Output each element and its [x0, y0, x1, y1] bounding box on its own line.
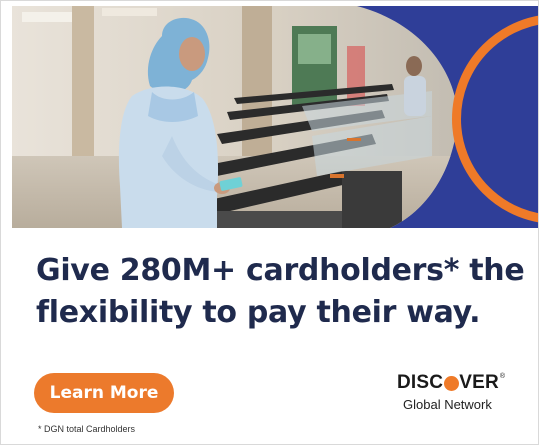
discover-ad-banner[interactable]: Give 280M+ cardholders* the flexibility …: [0, 0, 539, 445]
logo-subtitle: Global Network: [403, 397, 492, 412]
learn-more-button[interactable]: Learn More: [34, 373, 174, 413]
headline: Give 280M+ cardholders* the flexibility …: [36, 250, 526, 334]
logo-trademark: ®: [499, 372, 506, 380]
logo-word-end: VER: [459, 372, 499, 393]
discover-orange-dot-icon: [443, 375, 459, 391]
logo-word-start: DISC: [397, 372, 444, 393]
headline-line-1: Give 280M+ cardholders* the: [36, 253, 525, 288]
hero-image: [12, 6, 539, 228]
discover-wordmark: DISC VER ®: [397, 372, 527, 394]
headline-line-2: flexibility to pay their way.: [36, 295, 481, 330]
footnote: * DGN total Cardholders: [38, 424, 136, 434]
discover-logo[interactable]: DISC VER ® Global Network: [397, 372, 527, 412]
